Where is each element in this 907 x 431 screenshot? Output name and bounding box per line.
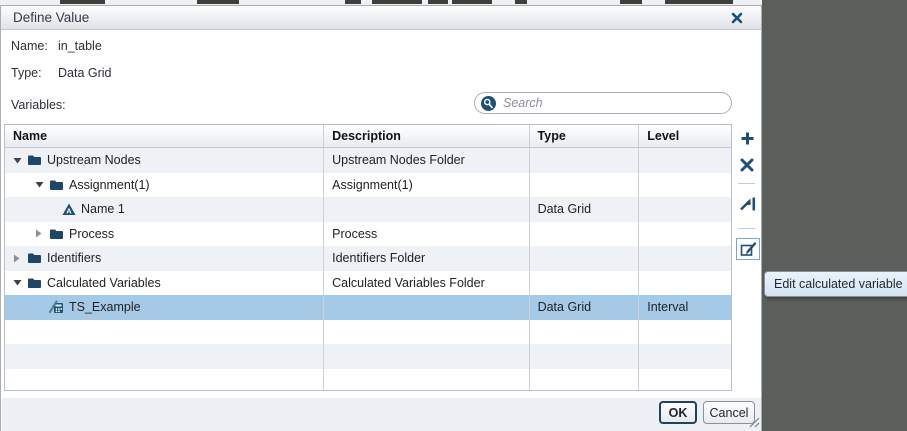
name-label: Name: [11,39,48,53]
row-type [530,270,640,295]
row-level [639,173,731,198]
row-name: Process [69,226,115,241]
screen: Define Value Name: in_table Type: Data G… [0,0,907,431]
plus-icon [741,132,753,144]
row-name: Upstream Nodes [47,153,141,168]
row-level [639,246,731,271]
edit-pencil-icon [740,242,756,256]
arrow-up-right-icon [739,197,755,211]
row-level: Interval [647,300,689,315]
move-variable-button[interactable] [737,195,757,213]
collapse-arrow-icon[interactable] [13,279,23,286]
row-level [639,148,731,173]
toolbar-separator [738,228,755,229]
collapse-arrow-icon[interactable] [13,157,23,164]
search-box[interactable] [474,92,732,114]
row-name: TS_Example [69,300,141,315]
row-type: Data Grid [530,197,640,222]
tree-row-assignment[interactable]: Assignment(1) Assignment(1) [5,172,731,198]
row-type [530,221,640,246]
column-header-name: Name [5,125,325,147]
name-value: in_table [58,39,102,53]
row-description: Process [324,221,530,246]
ok-button[interactable]: OK [659,401,697,424]
tree-row-process[interactable]: Process Process [5,221,731,247]
variables-table: Name Description Type Level Upstream Nod… [4,124,732,391]
search-input[interactable] [497,96,731,110]
row-description [324,197,530,222]
row-name: Calculated Variables [47,275,161,290]
row-description: Calculated Variables Folder [324,270,530,295]
row-description: Upstream Nodes Folder [324,148,530,173]
svg-text:A: A [66,206,72,215]
tree-row-upstream-nodes[interactable]: Upstream Nodes Upstream Nodes Folder [5,148,731,173]
tree-row-ts-example[interactable]: TS_Example Data Grid Interval [5,295,731,320]
collapse-arrow-icon[interactable] [35,181,45,188]
folder-icon [49,228,64,240]
x-icon [740,158,754,172]
dialog-footer: OK Cancel [2,398,761,431]
dialog-titlebar: Define Value [1,6,761,30]
empty-row [5,344,731,369]
folder-icon [27,277,42,289]
row-type: Data Grid [530,295,640,320]
expand-arrow-icon[interactable] [35,229,45,238]
define-value-dialog: Define Value Name: in_table Type: Data G… [0,5,762,431]
row-name: Assignment(1) [69,177,150,192]
column-header-type: Type [530,125,640,147]
dialog-title: Define Value [13,10,90,25]
tree-row-calculated-variables[interactable]: Calculated Variables Calculated Variable… [5,270,731,296]
row-level [639,197,731,222]
row-type [530,246,640,271]
row-name: Name 1 [81,202,125,217]
column-header-description: Description [324,125,530,147]
tree-row-identifiers[interactable]: Identifiers Identifiers Folder [5,246,731,271]
type-value: Data Grid [58,66,112,80]
calculated-variable-icon [49,300,64,314]
empty-row [5,368,731,390]
variable-triangle-icon: A [62,203,76,216]
row-description [324,295,530,320]
row-description: Identifiers Folder [324,246,530,271]
tooltip-text: Edit calculated variable [774,277,903,291]
tooltip: Edit calculated variable [764,271,907,297]
resize-grip[interactable] [748,416,760,428]
close-icon[interactable] [729,10,745,26]
type-label: Type: [11,66,42,80]
expand-arrow-icon[interactable] [13,254,23,263]
row-description: Assignment(1) [324,172,530,197]
row-level [639,222,731,247]
table-header: Name Description Type Level [5,125,731,148]
edit-calculated-variable-button[interactable] [736,238,760,260]
folder-icon [27,252,42,264]
column-header-level: Level [647,129,680,143]
variables-label: Variables: [11,98,66,112]
empty-row [5,319,731,344]
row-level [639,271,731,296]
tree-row-name-1[interactable]: A Name 1 Data Grid [5,197,731,222]
search-icon [481,95,496,111]
row-type [530,148,640,173]
row-name: Identifiers [47,251,102,266]
delete-variable-button[interactable] [738,156,756,174]
toolbar-separator [738,183,755,184]
folder-icon [27,154,42,166]
row-type [530,172,640,197]
folder-icon [49,179,64,191]
add-variable-button[interactable] [738,129,756,147]
